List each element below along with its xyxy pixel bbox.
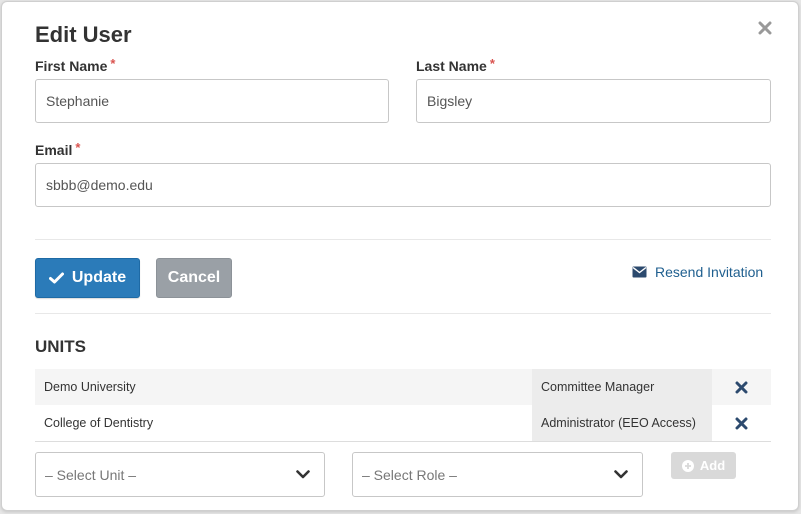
add-unit-label: Add [699, 458, 726, 473]
check-icon [48, 272, 64, 284]
divider [35, 239, 771, 240]
update-button[interactable]: Update [35, 258, 140, 298]
close-icon [758, 21, 772, 35]
remove-unit-button[interactable] [712, 369, 771, 405]
required-marker: * [75, 140, 81, 155]
email-input[interactable] [35, 163, 771, 207]
select-role-dropdown[interactable]: – Select Role – [352, 452, 643, 497]
first-name-label: First Name * [35, 56, 116, 74]
plus-circle-icon [681, 459, 694, 472]
update-button-label: Update [71, 269, 127, 286]
table-bottom-border [35, 441, 771, 442]
unit-name: College of Dentistry [44, 416, 154, 430]
delete-icon [735, 417, 748, 429]
last-name-label: Last Name * [416, 56, 495, 74]
required-marker: * [489, 56, 495, 71]
required-marker: * [110, 56, 116, 71]
unit-name: Demo University [44, 380, 136, 394]
chevron-down-icon [614, 470, 628, 479]
unit-role: Administrator (EEO Access) [532, 405, 712, 441]
email-label-text: Email [35, 142, 73, 158]
delete-icon [735, 381, 748, 393]
table-row: College of Dentistry Administrator (EEO … [35, 405, 771, 441]
envelope-icon [632, 266, 647, 278]
cancel-button[interactable]: Cancel [156, 258, 232, 298]
select-unit-dropdown[interactable]: – Select Unit – [35, 452, 325, 497]
first-name-label-text: First Name [35, 58, 108, 74]
cancel-button-label: Cancel [167, 269, 221, 286]
units-section-title: UNITS [35, 337, 86, 356]
close-button[interactable] [754, 17, 776, 39]
table-row: Demo University Committee Manager [35, 369, 771, 405]
select-role-value: – Select Role – [362, 466, 457, 483]
chevron-down-icon [296, 470, 310, 479]
add-unit-button[interactable]: Add [671, 452, 736, 479]
units-table: Demo University Committee Manager Colleg… [35, 369, 771, 441]
edit-user-dialog: Edit User First Name* Last Name* Email* … [1, 1, 799, 511]
email-label: Email * [35, 140, 81, 158]
last-name-input[interactable] [416, 79, 771, 123]
resend-invitation-label: Resend Invitation [655, 264, 764, 280]
divider [35, 313, 771, 314]
dialog-title: Edit User [35, 22, 132, 47]
unit-role: Committee Manager [532, 369, 712, 405]
last-name-label-text: Last Name [416, 58, 487, 74]
first-name-input[interactable] [35, 79, 389, 123]
remove-unit-button[interactable] [712, 405, 771, 441]
resend-invitation-link[interactable]: Resend Invitation [632, 263, 763, 281]
select-unit-value: – Select Unit – [45, 466, 137, 483]
